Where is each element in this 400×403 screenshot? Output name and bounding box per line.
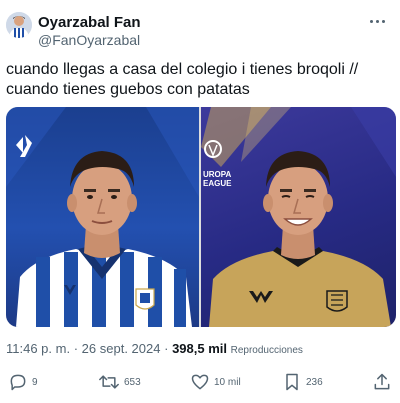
tweet-date[interactable]: 26 sept. 2024 (82, 341, 161, 356)
share-icon (374, 373, 390, 390)
reply-icon (10, 374, 26, 391)
photo-away-kit[interactable]: UROPA EAGUE (201, 107, 396, 327)
photo-home-kit[interactable] (6, 107, 199, 327)
bookmark-count: 236 (306, 376, 323, 388)
bookmark-button[interactable]: 236 (282, 372, 323, 392)
tweet-meta: 11:46 p. m. · 26 sept. 2024 · 398,5 mil … (6, 341, 303, 356)
views-label: Reproducciones (230, 345, 303, 356)
europa-logo-text-1: UROPA (203, 170, 232, 179)
views-count: 398,5 mil (172, 341, 227, 356)
reply-button[interactable]: 9 (8, 372, 38, 392)
tweet-time[interactable]: 11:46 p. m. (6, 341, 70, 356)
more-options-icon[interactable] (368, 10, 392, 30)
author-handle[interactable]: @FanOyarzabal (38, 32, 140, 48)
author-name[interactable]: Oyarzabal Fan (38, 14, 141, 31)
reply-count: 9 (32, 376, 38, 388)
retweet-count: 653 (124, 376, 141, 388)
tweet-actions: 9 653 10 mil 236 (0, 368, 400, 398)
like-button[interactable]: 10 mil (190, 372, 241, 392)
like-count: 10 mil (214, 376, 241, 388)
meta-separator: · (164, 341, 169, 356)
meta-separator: · (73, 341, 79, 356)
europa-logo-text-2: EAGUE (203, 179, 232, 188)
tweet-media[interactable]: UROPA EAGUE (6, 107, 396, 327)
retweet-button[interactable]: 653 (98, 372, 141, 392)
share-button[interactable] (372, 372, 392, 392)
tweet-text: cuando llegas a casa del colegio i tiene… (6, 61, 359, 98)
tweet-header: Oyarzabal Fan @FanOyarzabal (0, 0, 400, 56)
retweet-icon (99, 375, 119, 389)
heart-icon (191, 374, 209, 390)
bookmark-icon (286, 373, 298, 391)
avatar[interactable] (6, 12, 32, 38)
